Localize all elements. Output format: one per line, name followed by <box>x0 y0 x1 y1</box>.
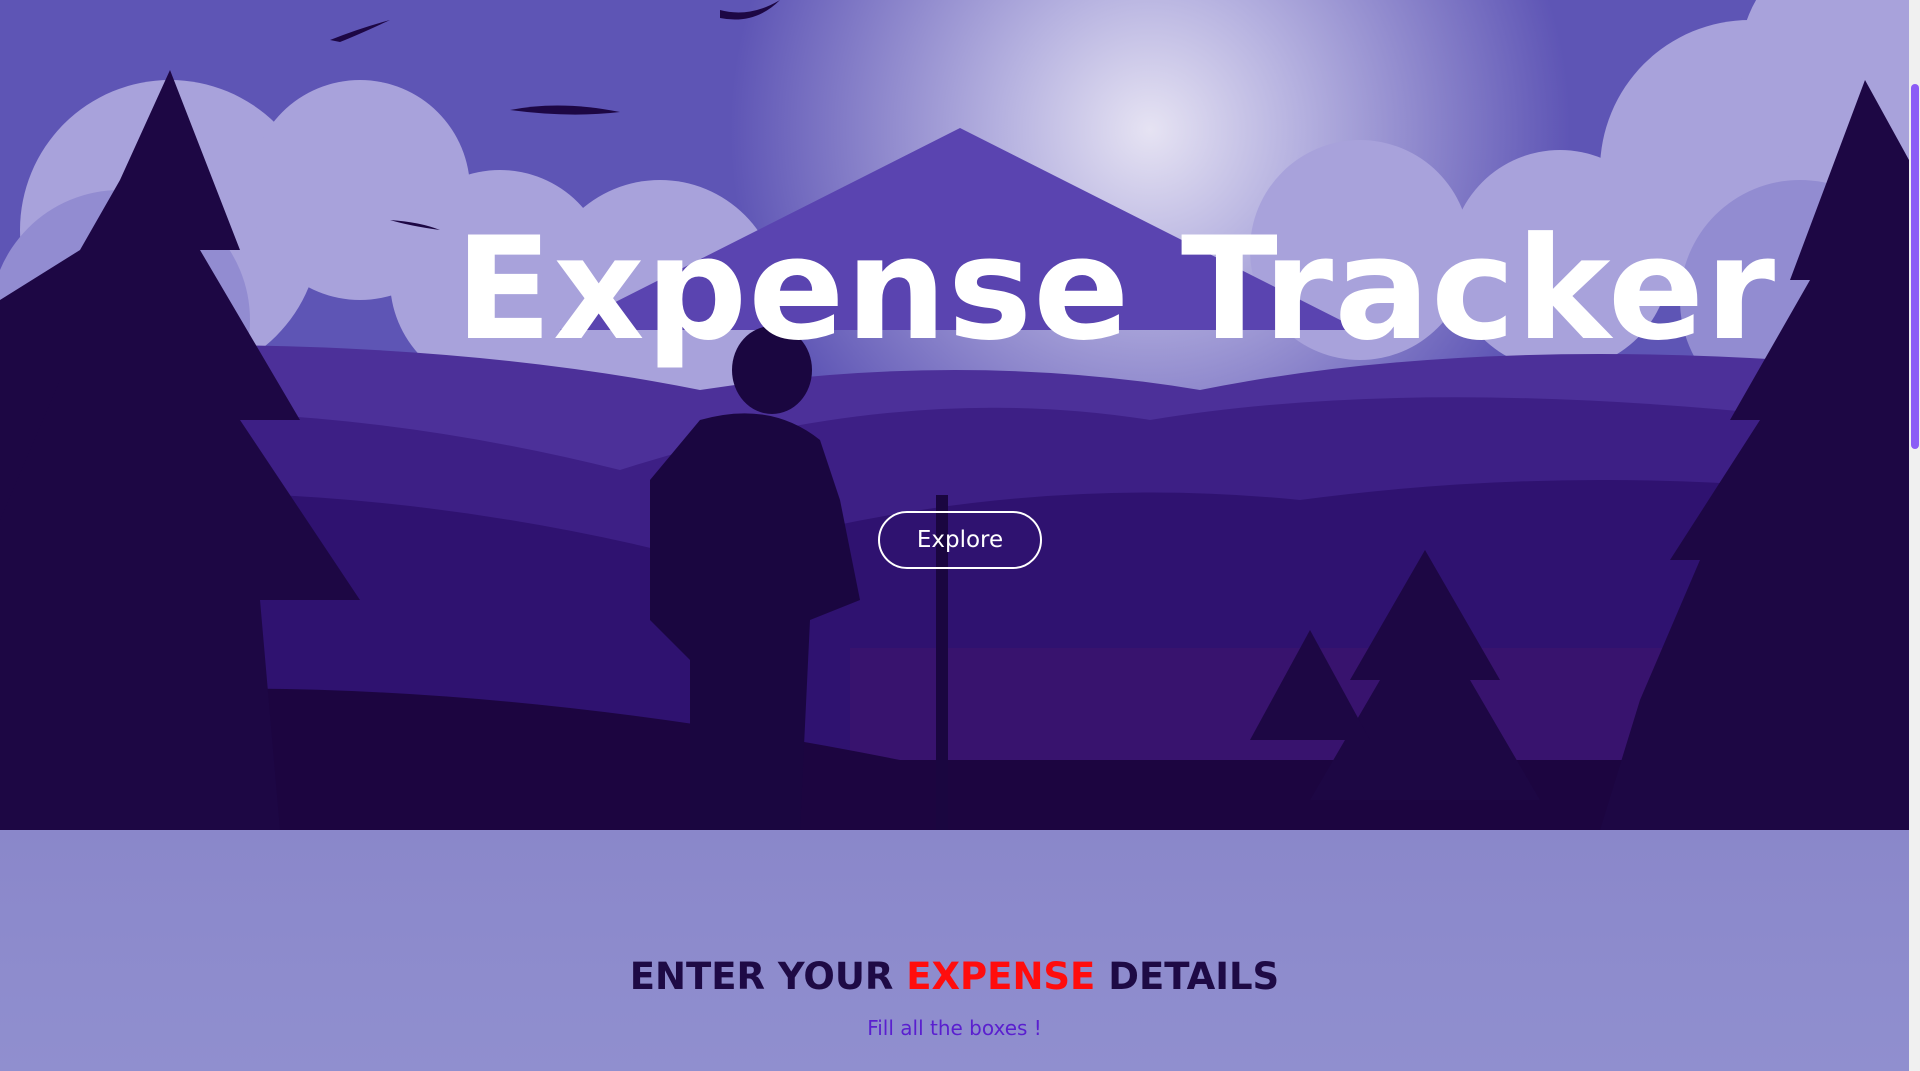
section-subtitle: Fill all the boxes ! <box>867 1016 1042 1040</box>
heading-text-start: ENTER YOUR <box>629 955 907 998</box>
scrollbar-thumb[interactable] <box>1911 84 1919 449</box>
explore-button[interactable]: Explore <box>878 511 1042 569</box>
section-heading: ENTER YOUR EXPENSE DETAILS <box>0 955 1909 998</box>
hero-banner: Expense Tracker Explore <box>0 0 1909 830</box>
heading-text-end: DETAILS <box>1095 955 1280 998</box>
heading-accent-text: EXPENSE <box>906 955 1096 998</box>
landscape-illustration <box>0 0 1909 830</box>
hero-title: Expense Tracker <box>455 207 1777 372</box>
